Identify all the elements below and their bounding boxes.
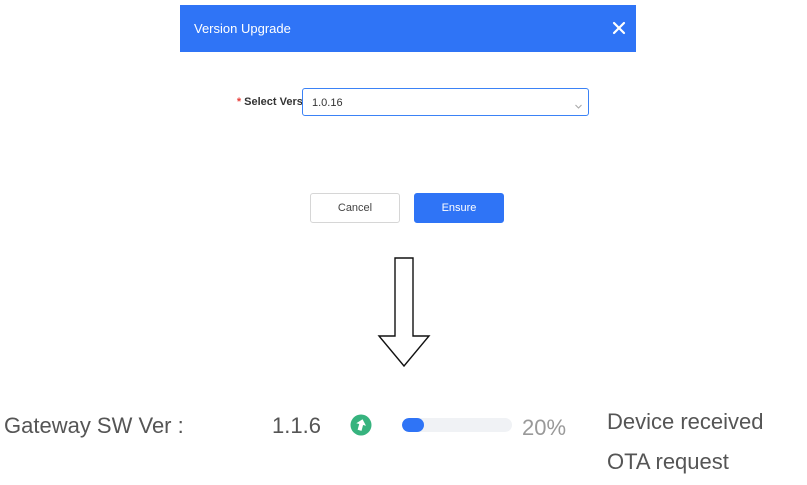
- upgrade-progress-bar: [402, 418, 512, 432]
- required-mark: *: [236, 96, 242, 108]
- version-upgrade-dialog: Version Upgrade * Select Version: 1.0.16 …: [180, 5, 636, 250]
- down-arrow-icon: [377, 257, 431, 368]
- selected-version-value: 1.0.16: [312, 97, 343, 109]
- upgrade-progress-percent: 20%: [522, 415, 567, 440]
- close-icon[interactable]: [610, 19, 628, 37]
- cancel-button[interactable]: Cancel: [310, 193, 400, 223]
- version-select[interactable]: 1.0.16: [302, 88, 589, 116]
- upgrade-arrow-icon[interactable]: [350, 414, 372, 436]
- chevron-down-icon: [574, 98, 583, 109]
- gateway-sw-version-value: 1.1.6: [272, 413, 321, 438]
- ensure-button[interactable]: Ensure: [414, 193, 504, 223]
- dialog-header: Version Upgrade: [180, 5, 636, 52]
- canvas: Version Upgrade * Select Version: 1.0.16 …: [0, 0, 807, 485]
- upgrade-progress-fill: [402, 418, 424, 432]
- dialog-title: Version Upgrade: [194, 21, 291, 36]
- gateway-sw-version-label: Gateway SW Ver :: [4, 413, 184, 438]
- upgrade-status-message: Device received OTA request: [607, 409, 764, 474]
